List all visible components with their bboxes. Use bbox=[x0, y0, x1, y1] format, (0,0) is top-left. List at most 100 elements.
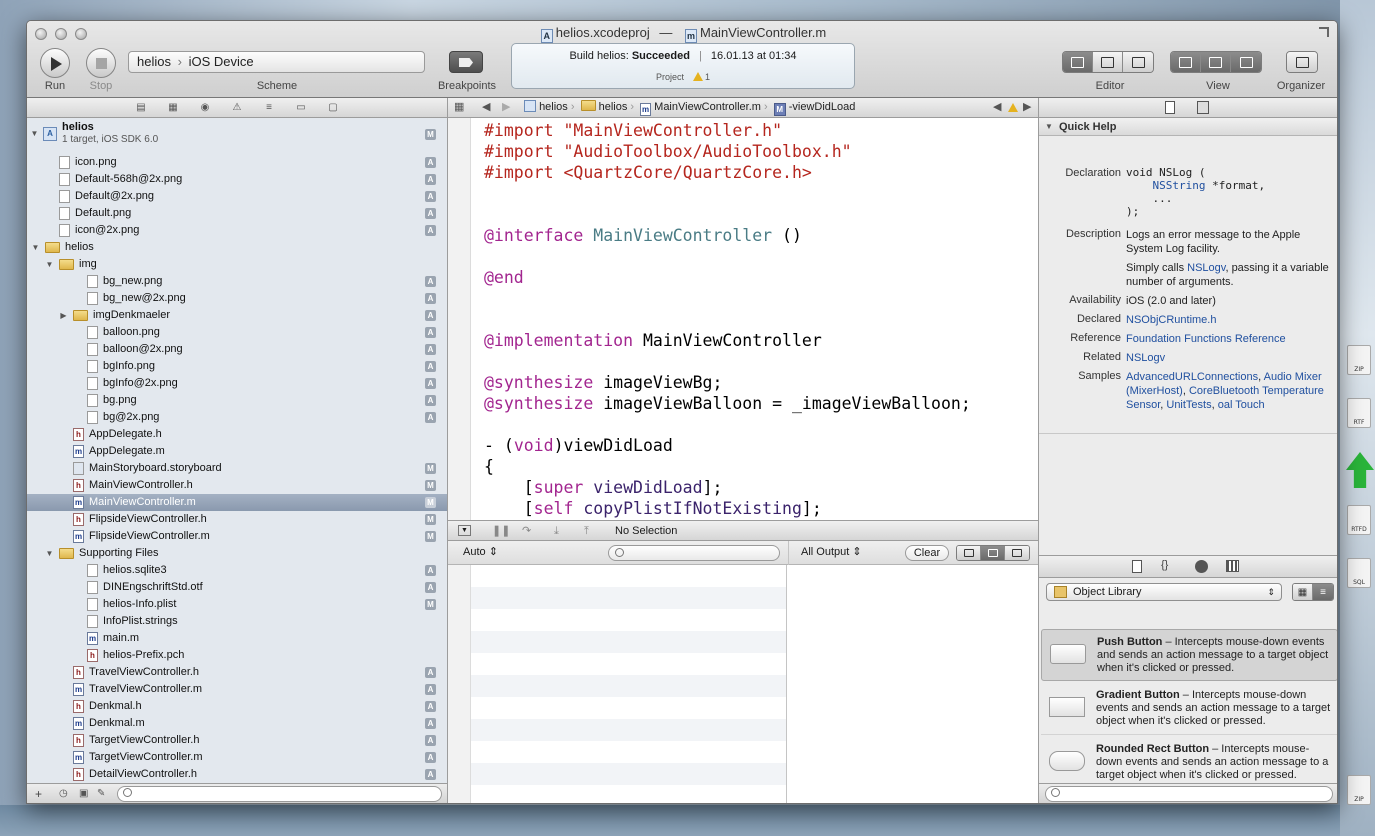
version-editor-icon[interactable] bbox=[1123, 52, 1153, 72]
breakpoints-button[interactable] bbox=[449, 51, 483, 73]
console-layout-segment[interactable] bbox=[956, 545, 1030, 561]
crumb-project[interactable]: helios bbox=[539, 101, 568, 113]
nav-file-row[interactable]: bgInfo@2x.png A bbox=[27, 375, 447, 392]
desktop-file-rtfd[interactable]: RTFD bbox=[1347, 505, 1371, 535]
disclosure-open-icon[interactable]: ▼ bbox=[45, 256, 54, 273]
navigator-toggle-icon[interactable] bbox=[1171, 52, 1201, 72]
desktop-file-zip-2[interactable]: ZIP bbox=[1347, 775, 1371, 805]
nav-file-row[interactable]: h helios-Prefix.pch bbox=[27, 647, 447, 664]
navigator-filter-input[interactable] bbox=[117, 786, 442, 802]
step-out-icon[interactable]: ⤒ bbox=[584, 521, 589, 541]
crumb-file[interactable]: MainViewController.m bbox=[654, 101, 761, 113]
next-issue-icon[interactable]: ▶ bbox=[1023, 98, 1031, 117]
nav-file-row[interactable]: Default.png A bbox=[27, 205, 447, 222]
step-into-icon[interactable]: ⤓ bbox=[554, 521, 559, 541]
nav-file-row[interactable]: DINEngschriftStd.otf A bbox=[27, 579, 447, 596]
file-inspector-icon[interactable] bbox=[1165, 101, 1175, 114]
nav-file-row[interactable]: h TravelViewController.h A bbox=[27, 664, 447, 681]
library-filter-select[interactable]: Object Library ⇕ bbox=[1046, 583, 1282, 601]
project-root[interactable]: ▼ A helios 1 target, iOS SDK 6.0 M bbox=[27, 121, 447, 151]
scm-filter-icon[interactable]: ▣ bbox=[79, 788, 88, 799]
hide-debug-area-icon[interactable]: ▼ bbox=[458, 525, 471, 536]
nav-file-row[interactable]: bg.png A bbox=[27, 392, 447, 409]
nav-file-row[interactable]: bg_new@2x.png A bbox=[27, 290, 447, 307]
nav-group-row[interactable]: ▼ Supporting Files bbox=[27, 545, 447, 562]
nav-file-row[interactable]: balloon@2x.png A bbox=[27, 341, 447, 358]
quick-help-header[interactable]: ▼ Quick Help bbox=[1039, 118, 1337, 136]
nav-file-row[interactable]: m TravelViewController.m A bbox=[27, 681, 447, 698]
status-issues[interactable]: Project 1 bbox=[512, 72, 854, 82]
nav-file-row[interactable]: balloon.png A bbox=[27, 324, 447, 341]
output-popup[interactable]: All Output ⇕ bbox=[801, 541, 862, 564]
sample-link[interactable]: AdvancedURLConnections bbox=[1126, 371, 1258, 383]
sample-link[interactable]: UnitTests bbox=[1166, 399, 1211, 411]
symbol-navigator-icon[interactable]: ▦ bbox=[167, 102, 179, 113]
nav-file-row[interactable]: h TargetViewController.h A bbox=[27, 732, 447, 749]
library-filter-input[interactable] bbox=[1045, 786, 1333, 802]
log-navigator-icon[interactable]: ▢ bbox=[327, 102, 339, 113]
nav-file-row[interactable]: MainStoryboard.storyboard M bbox=[27, 460, 447, 477]
desktop-file-zip[interactable]: ZIP bbox=[1347, 345, 1371, 375]
nav-file-row[interactable]: h DetailViewController.h A bbox=[27, 766, 447, 783]
declared-link[interactable]: NSObjCRuntime.h bbox=[1126, 313, 1331, 327]
object-library-icon[interactable] bbox=[1195, 560, 1208, 573]
desktop-file-rtf[interactable]: RTF bbox=[1347, 398, 1371, 428]
variables-search-input[interactable] bbox=[608, 545, 780, 561]
fullscreen-icon[interactable] bbox=[1319, 27, 1329, 37]
nav-file-row[interactable]: bg_new.png A bbox=[27, 273, 447, 290]
edited-filter-icon[interactable]: ✎ bbox=[97, 788, 105, 799]
stop-button[interactable] bbox=[86, 48, 116, 78]
file-template-library-icon[interactable] bbox=[1132, 560, 1142, 573]
desktop-file-sql[interactable]: SQL bbox=[1347, 558, 1371, 588]
add-icon[interactable]: + bbox=[35, 787, 42, 801]
step-over-icon[interactable]: ↷ bbox=[522, 521, 531, 541]
nav-file-row[interactable]: icon@2x.png A bbox=[27, 222, 447, 239]
nav-group-row[interactable]: ▼ img bbox=[27, 256, 447, 273]
nav-file-row[interactable]: Default-568h@2x.png A bbox=[27, 171, 447, 188]
list-view-icon[interactable]: ≡ bbox=[1313, 584, 1333, 600]
nav-file-row[interactable]: m AppDelegate.m bbox=[27, 443, 447, 460]
auto-popup[interactable]: Auto ⇕ bbox=[463, 541, 498, 564]
disclosure-open-icon[interactable]: ▼ bbox=[31, 239, 40, 256]
nav-file-row[interactable]: Default@2x.png A bbox=[27, 188, 447, 205]
nav-file-row[interactable]: h AppDelegate.h bbox=[27, 426, 447, 443]
nav-file-row[interactable]: bg@2x.png A bbox=[27, 409, 447, 426]
debug-toggle-icon[interactable] bbox=[1201, 52, 1231, 72]
related-items-icon[interactable]: ▦ bbox=[454, 98, 464, 117]
nav-file-row[interactable]: icon.png A bbox=[27, 154, 447, 171]
nav-file-row[interactable]: m MainViewController.m M bbox=[27, 494, 447, 511]
assistant-editor-icon[interactable] bbox=[1093, 52, 1123, 72]
organizer-button[interactable] bbox=[1286, 51, 1318, 73]
library-item[interactable]: Rounded Rect Button – Intercepts mouse-d… bbox=[1041, 737, 1337, 783]
jump-crumbs[interactable]: helios › helios › m MainViewController.m › … bbox=[524, 98, 855, 117]
clear-button[interactable]: Clear bbox=[905, 545, 949, 561]
forward-icon[interactable]: ▶ bbox=[502, 98, 510, 117]
nav-file-row[interactable]: h Denkmal.h A bbox=[27, 698, 447, 715]
library-item[interactable]: Gradient Button – Intercepts mouse-down … bbox=[1041, 683, 1337, 735]
nav-file-row[interactable]: m main.m bbox=[27, 630, 447, 647]
quick-help-icon[interactable] bbox=[1197, 101, 1209, 114]
variables-only-icon[interactable] bbox=[957, 546, 981, 560]
breakpoint-navigator-icon[interactable]: ▭ bbox=[295, 102, 307, 113]
search-navigator-icon[interactable]: ◉ bbox=[199, 102, 211, 113]
nav-group-row[interactable]: ▼ helios bbox=[27, 239, 447, 256]
disclosure-closed-icon[interactable]: ▶ bbox=[59, 307, 68, 324]
console-output[interactable] bbox=[787, 565, 1038, 803]
scheme-selector[interactable]: helios › iOS Device bbox=[128, 51, 425, 73]
editor-gutter[interactable] bbox=[448, 118, 471, 520]
crumb-group[interactable]: helios bbox=[599, 101, 628, 113]
warning-icon[interactable] bbox=[1008, 103, 1018, 112]
nslogv-link[interactable]: NSLogv bbox=[1187, 262, 1225, 274]
nav-group-row[interactable]: ▶ imgDenkmaeler A bbox=[27, 307, 447, 324]
reference-link[interactable]: Foundation Functions Reference bbox=[1126, 332, 1331, 346]
run-button[interactable] bbox=[40, 48, 70, 78]
code-snippet-library-icon[interactable]: {} bbox=[1161, 559, 1168, 571]
previous-issue-icon[interactable]: ◀ bbox=[993, 98, 1001, 117]
split-view-icon[interactable] bbox=[981, 546, 1005, 560]
debug-navigator-icon[interactable]: ≡ bbox=[263, 102, 275, 113]
related-link[interactable]: NSLogv bbox=[1126, 351, 1331, 365]
disclosure-open-icon[interactable]: ▼ bbox=[30, 125, 39, 142]
nav-file-row[interactable]: bgInfo.png A bbox=[27, 358, 447, 375]
grid-view-icon[interactable]: ▦ bbox=[1293, 584, 1313, 600]
pause-icon[interactable]: ❚❚ bbox=[492, 521, 510, 541]
